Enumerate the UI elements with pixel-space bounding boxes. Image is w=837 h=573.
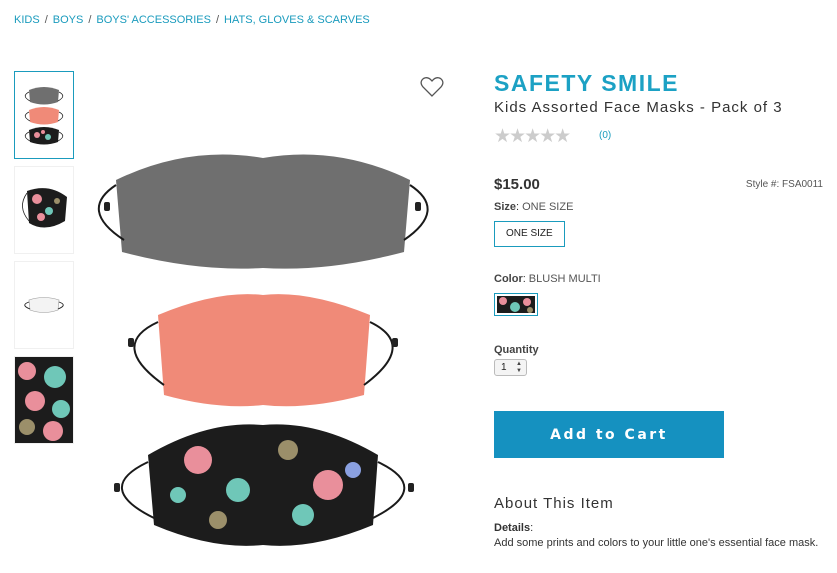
thumbnail-white-mask-image [24, 297, 64, 313]
thumbnail-white-mask[interactable] [14, 261, 74, 349]
breadcrumb-separator: / [215, 14, 220, 26]
thumbnail-all-masks-image [24, 87, 64, 145]
breadcrumb-boys[interactable]: BOYS [53, 14, 84, 26]
thumbnail-print-mask-image [22, 188, 67, 228]
price-row: $15.00 Style #: FSA0011 [494, 176, 829, 196]
color-value: BLUSH MULTI [528, 273, 601, 285]
size-value: ONE SIZE [522, 201, 574, 213]
thumbnail-print-closeup-image [15, 357, 73, 443]
quantity-value: 1 [501, 362, 507, 373]
thumbnail-all-masks[interactable] [14, 71, 74, 159]
product-price: $15.00 [494, 176, 540, 193]
swatch-pattern-image [497, 296, 535, 313]
breadcrumb: KIDS / BOYS / BOYS' ACCESSORIES / HATS, GLOVES… [14, 14, 370, 26]
select-arrows-icon: ▲ ▼ [516, 361, 522, 374]
size-label: Size [494, 201, 517, 213]
thumbnail-list [14, 71, 74, 451]
quantity-select[interactable]: 1 ▲ ▼ [494, 359, 527, 376]
swatch-pattern [497, 296, 535, 313]
size-label-row: Size: ONE SIZE [494, 201, 574, 213]
product-brand[interactable]: SAFETY SMILE [494, 70, 829, 97]
review-count-link[interactable]: (0) [599, 130, 611, 141]
breadcrumb-hats-gloves-scarves[interactable]: HATS, GLOVES & SCARVES [224, 14, 370, 26]
details-description: Add some prints and colors to your littl… [494, 537, 819, 549]
star-rating-icon: ★★★★★ [494, 126, 571, 147]
add-to-cart-button[interactable]: Add to Cart [494, 411, 724, 458]
color-label: Color [494, 273, 523, 285]
details-label: Details [494, 522, 531, 534]
quantity-label: Quantity [494, 344, 829, 356]
breadcrumb-kids[interactable]: KIDS [14, 14, 40, 26]
breadcrumb-boys-accessories[interactable]: BOYS' ACCESSORIES [96, 14, 211, 26]
style-number: Style #: FSA0011 [745, 179, 823, 190]
size-option-button[interactable]: ONE SIZE [494, 221, 565, 247]
heart-outline-icon[interactable] [420, 76, 444, 98]
color-swatch-blush-multi[interactable] [494, 293, 538, 316]
breadcrumb-separator: / [88, 14, 92, 26]
rating-row: ★★★★★ (0) [494, 126, 829, 147]
color-label-row: Color: BLUSH MULTI [494, 273, 601, 285]
breadcrumb-separator: / [44, 14, 48, 26]
thumbnail-print-mask[interactable] [14, 166, 74, 254]
about-heading: About This Item [494, 495, 614, 512]
main-product-image [98, 154, 429, 546]
product-details: SAFETY SMILE Kids Assorted Face Masks - … [494, 70, 829, 549]
details-label-row: Details: [494, 522, 534, 534]
product-title: Kids Assorted Face Masks - Pack of 3 [494, 99, 783, 116]
quantity-label-text: Quantity [494, 344, 539, 356]
thumbnail-print-closeup[interactable] [14, 356, 74, 444]
